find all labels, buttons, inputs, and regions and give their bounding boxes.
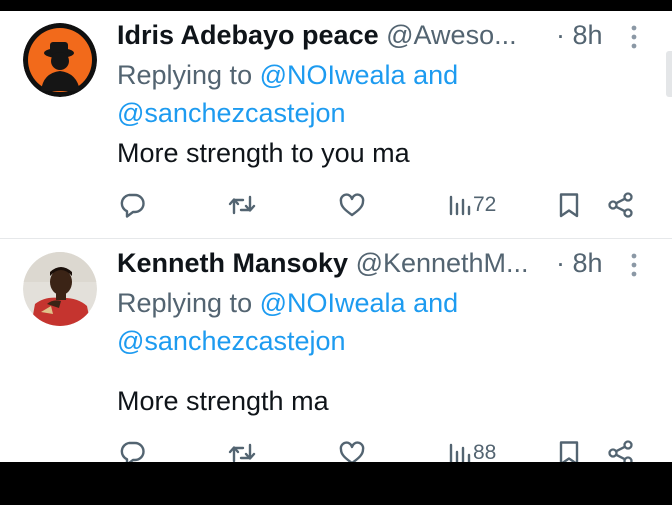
author-handle[interactable]: @KennethM... bbox=[356, 248, 529, 278]
reply-text: More strength to you ma bbox=[117, 138, 410, 168]
like-icon bbox=[338, 439, 366, 462]
views-button[interactable]: 72 bbox=[447, 187, 496, 223]
bookmark-button[interactable] bbox=[555, 187, 583, 223]
mention-link[interactable]: @sanchezcastejon bbox=[117, 98, 346, 128]
navigation-bar bbox=[0, 462, 672, 505]
views-icon bbox=[447, 439, 471, 462]
bookmark-icon bbox=[555, 191, 583, 219]
repost-icon bbox=[227, 191, 257, 219]
action-bar: 88 bbox=[0, 435, 672, 462]
author-line: Idris Adebayo peace @Aweso... bbox=[117, 18, 607, 52]
mention-link[interactable]: @NOIweala bbox=[260, 60, 406, 90]
author-handle[interactable]: @Aweso... bbox=[386, 20, 516, 50]
replying-to: Replying to @NOIweala and @sanchezcastej… bbox=[117, 284, 617, 360]
repost-button[interactable] bbox=[227, 187, 257, 223]
action-bar: 72 bbox=[0, 187, 672, 223]
replies-feed[interactable]: Idris Adebayo peace @Aweso... · 8h Reply… bbox=[0, 11, 672, 462]
share-icon bbox=[607, 191, 635, 219]
more-icon[interactable] bbox=[622, 23, 646, 53]
share-button[interactable] bbox=[607, 187, 635, 223]
replying-label: Replying to bbox=[117, 288, 253, 318]
reply-text: More strength ma bbox=[117, 386, 329, 416]
bookmark-icon bbox=[555, 439, 583, 462]
reply-icon bbox=[118, 439, 146, 462]
avatar[interactable] bbox=[23, 23, 97, 97]
reply-button[interactable] bbox=[118, 435, 146, 462]
views-icon bbox=[447, 191, 471, 219]
reply-item[interactable]: Kenneth Mansoky @KennethM... · 8h Replyi… bbox=[0, 239, 672, 462]
bookmark-button[interactable] bbox=[555, 435, 583, 462]
author-line: Kenneth Mansoky @KennethM... bbox=[117, 246, 607, 280]
like-button[interactable] bbox=[338, 435, 366, 462]
share-button[interactable] bbox=[607, 435, 635, 462]
timestamp[interactable]: · 8h bbox=[556, 246, 603, 280]
replying-label: Replying to bbox=[117, 60, 253, 90]
like-icon bbox=[338, 191, 366, 219]
repost-button[interactable] bbox=[227, 435, 257, 462]
status-bar bbox=[0, 0, 672, 11]
timestamp[interactable]: · 8h bbox=[556, 18, 603, 52]
author-name[interactable]: Idris Adebayo peace bbox=[117, 20, 379, 50]
reply-item[interactable]: Idris Adebayo peace @Aweso... · 8h Reply… bbox=[0, 11, 672, 238]
reply-icon bbox=[118, 191, 146, 219]
mention-link[interactable]: @sanchezcastejon bbox=[117, 326, 346, 356]
views-count: 72 bbox=[473, 193, 497, 216]
more-icon[interactable] bbox=[622, 251, 646, 281]
views-button[interactable]: 88 bbox=[447, 435, 496, 462]
reply-button[interactable] bbox=[118, 187, 146, 223]
like-button[interactable] bbox=[338, 187, 366, 223]
views-count: 88 bbox=[473, 441, 497, 462]
mention-link[interactable]: @NOIweala bbox=[260, 288, 406, 318]
replying-to: Replying to @NOIweala and @sanchezcastej… bbox=[117, 56, 617, 132]
repost-icon bbox=[227, 439, 257, 462]
mention-and[interactable]: and bbox=[413, 60, 458, 90]
author-name[interactable]: Kenneth Mansoky bbox=[117, 248, 348, 278]
mention-and[interactable]: and bbox=[413, 288, 458, 318]
share-icon bbox=[607, 439, 635, 462]
avatar[interactable] bbox=[23, 252, 97, 326]
